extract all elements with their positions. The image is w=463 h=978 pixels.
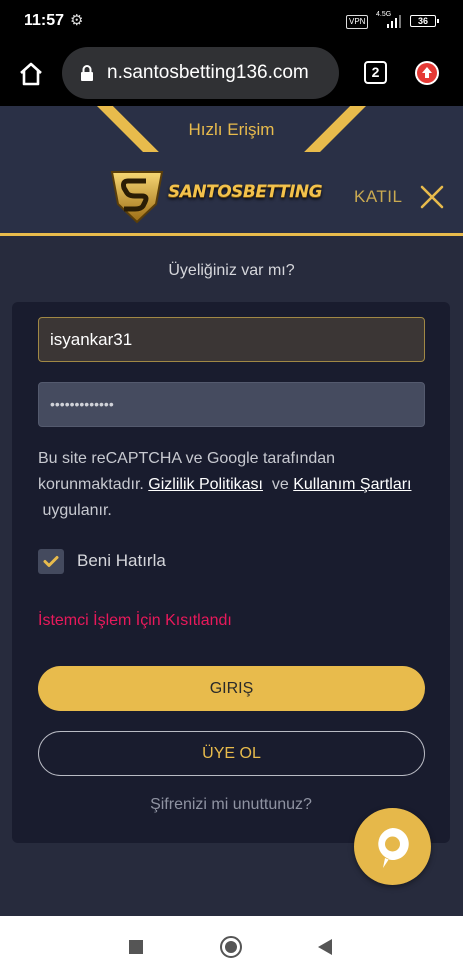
close-icon[interactable] (417, 182, 447, 212)
status-bar: 11:57 ⚙ VPN 4.5G 36 (0, 0, 463, 42)
battery-icon: 36 (410, 15, 439, 27)
terms-link[interactable]: Kullanım Şartları (293, 476, 411, 493)
browser-toolbar: n.santosbetting136.com 2 (0, 42, 463, 106)
status-time: 11:57 (24, 12, 65, 29)
recaptcha-notice: Bu site reCAPTCHA ve Google tarafından k… (38, 446, 438, 524)
recaptcha-applies: uygulanır. (42, 502, 112, 519)
logo-text: SANTOSBETTING (168, 182, 323, 202)
lock-icon (81, 65, 93, 81)
gear-icon: ⚙ (70, 12, 84, 29)
url-text: n.santosbetting136.com (107, 62, 309, 83)
back-button[interactable] (318, 939, 332, 955)
logo-shield-icon (110, 171, 164, 224)
home-icon[interactable] (17, 60, 45, 88)
chat-button[interactable] (354, 808, 431, 885)
nav-home-button[interactable] (220, 936, 242, 958)
recaptcha-and: ve (271, 476, 289, 493)
remember-me-label: Beni Hatırla (77, 551, 166, 570)
register-button[interactable]: ÜYE OL (38, 731, 425, 776)
tab-switcher-button[interactable]: 2 (364, 61, 387, 84)
login-button[interactable]: GIRIŞ (38, 666, 425, 711)
site-header: Hızlı Erişim SANTOSBETTING KATIL (0, 106, 463, 236)
login-form: isyankar31 ••••••••••••• Bu site reCAPTC… (12, 302, 450, 843)
remember-me-checkbox[interactable] (38, 549, 64, 574)
chat-icon (378, 827, 409, 868)
address-bar[interactable]: n.santosbetting136.com (62, 47, 339, 99)
recents-button[interactable] (129, 940, 143, 954)
checkmark-icon (43, 556, 59, 567)
login-heading: Üyeliğiniz var mı? (168, 262, 295, 279)
password-input[interactable]: ••••••••••••• (38, 382, 425, 427)
signal-icon (387, 15, 401, 28)
privacy-policy-link[interactable]: Gizlilik Politikası (148, 476, 263, 493)
error-message: İstemci İşlem İçin Kısıtlandı (38, 612, 232, 629)
vpn-badge: VPN (346, 15, 369, 29)
update-arrow-icon[interactable] (415, 61, 439, 85)
quick-access-link[interactable]: Hızlı Erişim (0, 120, 463, 140)
site-logo[interactable]: SANTOSBETTING (106, 164, 323, 228)
username-input[interactable]: isyankar31 (38, 317, 425, 362)
system-nav-bar (0, 916, 463, 978)
join-link[interactable]: KATIL (354, 187, 402, 207)
